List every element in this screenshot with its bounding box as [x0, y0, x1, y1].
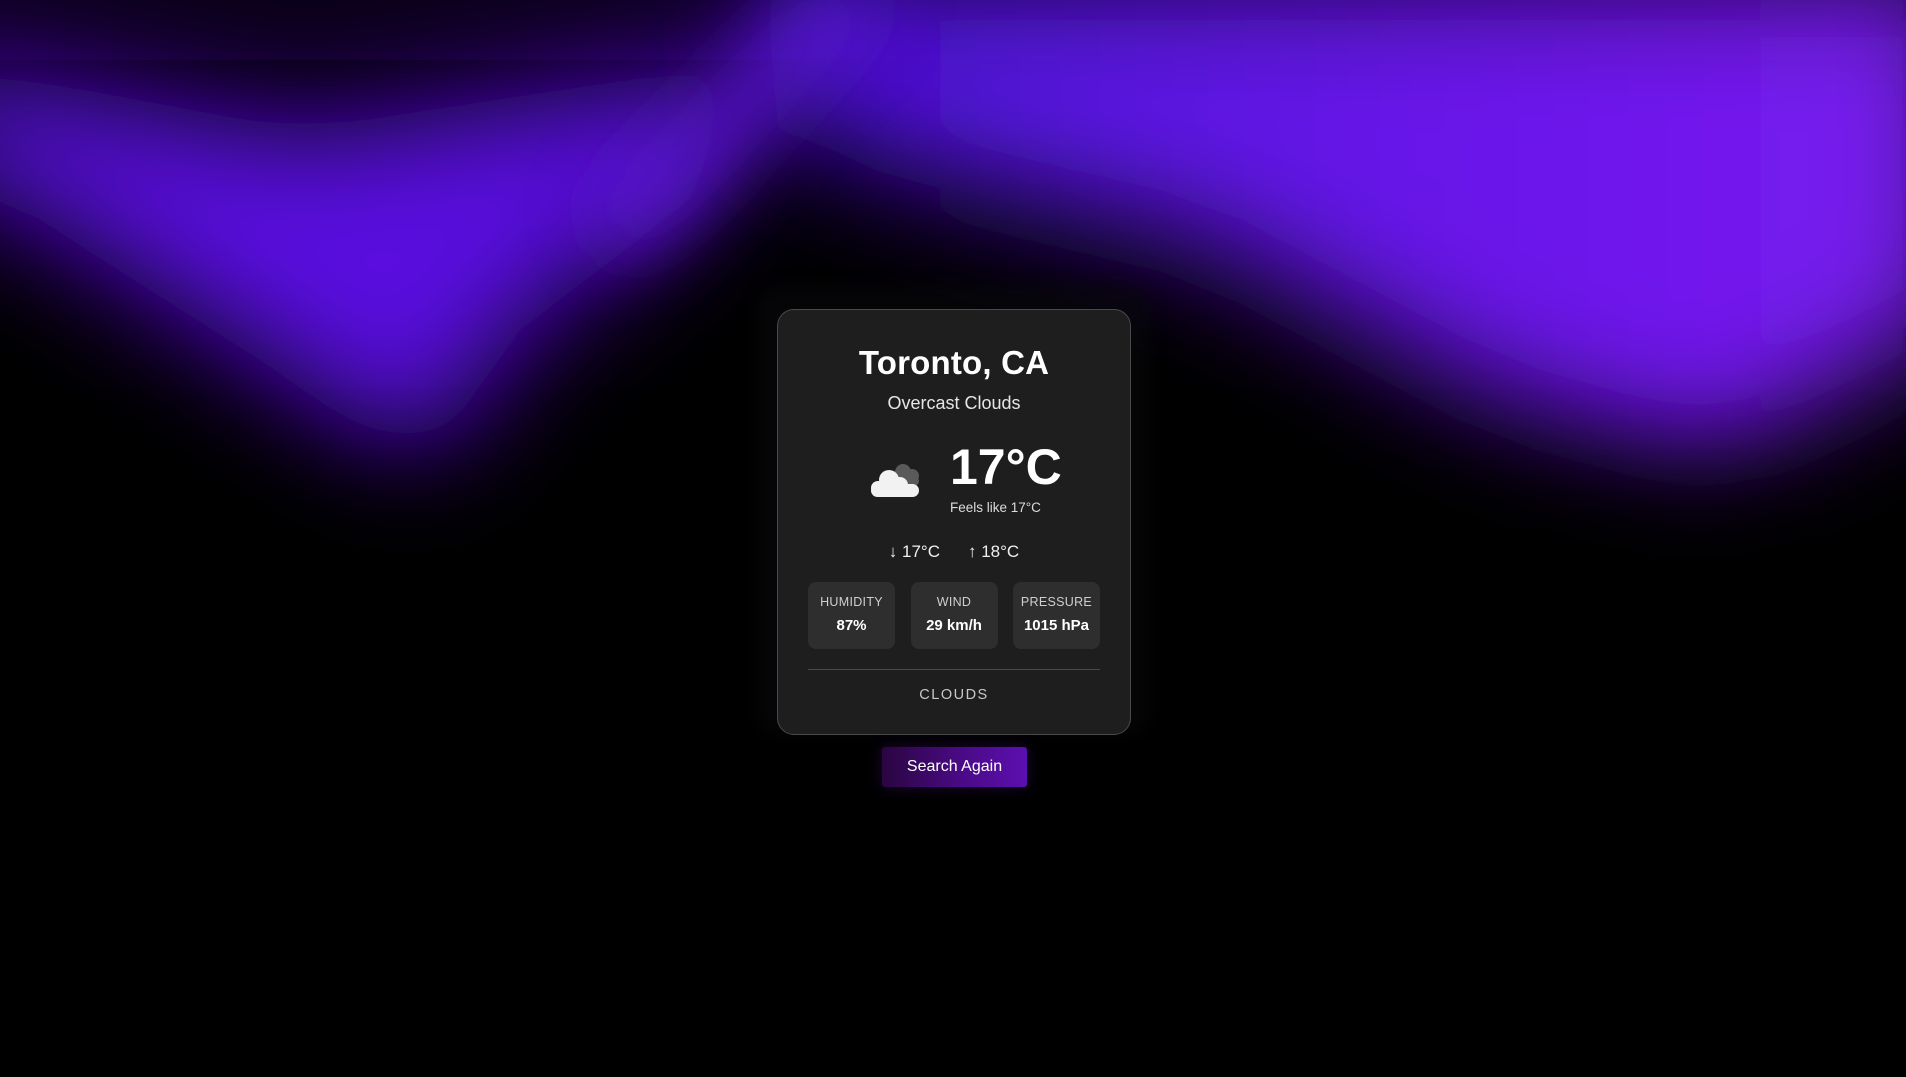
- max-temperature: ↑ 18°C: [968, 542, 1020, 561]
- humidity-label: Humidity: [820, 595, 883, 609]
- divider: [808, 669, 1100, 670]
- pressure-value: 1015 hPa: [1023, 617, 1090, 634]
- feels-like-text: Feels like 17°C: [950, 500, 1041, 515]
- temperature-range: ↓ 17°C ↑ 18°C: [778, 542, 1130, 562]
- overcast-clouds-icon: [871, 464, 919, 497]
- wind-tile: Wind 29 km/h: [910, 582, 998, 649]
- weather-stats: Humidity 87% Wind 29 km/h Pressure 1015 …: [808, 582, 1100, 649]
- current-temperature: 17°C: [950, 439, 1062, 495]
- humidity-value: 87%: [836, 617, 867, 634]
- pressure-tile: Pressure 1015 hPa: [1013, 582, 1100, 649]
- humidity-tile: Humidity 87%: [808, 582, 895, 649]
- city-title: Toronto, CA: [858, 344, 1050, 381]
- pressure-label: Pressure: [1020, 595, 1093, 609]
- weather-card: Toronto, CA Overcast Clouds 17°C Feels l…: [777, 309, 1131, 735]
- weather-description: Overcast Clouds: [887, 393, 1021, 413]
- min-temperature: ↓ 17°C: [888, 542, 940, 561]
- main-condition: Clouds: [919, 687, 989, 703]
- wind-value: 29 km/h: [926, 617, 982, 634]
- search-again-button[interactable]: Search Again: [882, 747, 1027, 787]
- wind-label: Wind: [936, 595, 972, 609]
